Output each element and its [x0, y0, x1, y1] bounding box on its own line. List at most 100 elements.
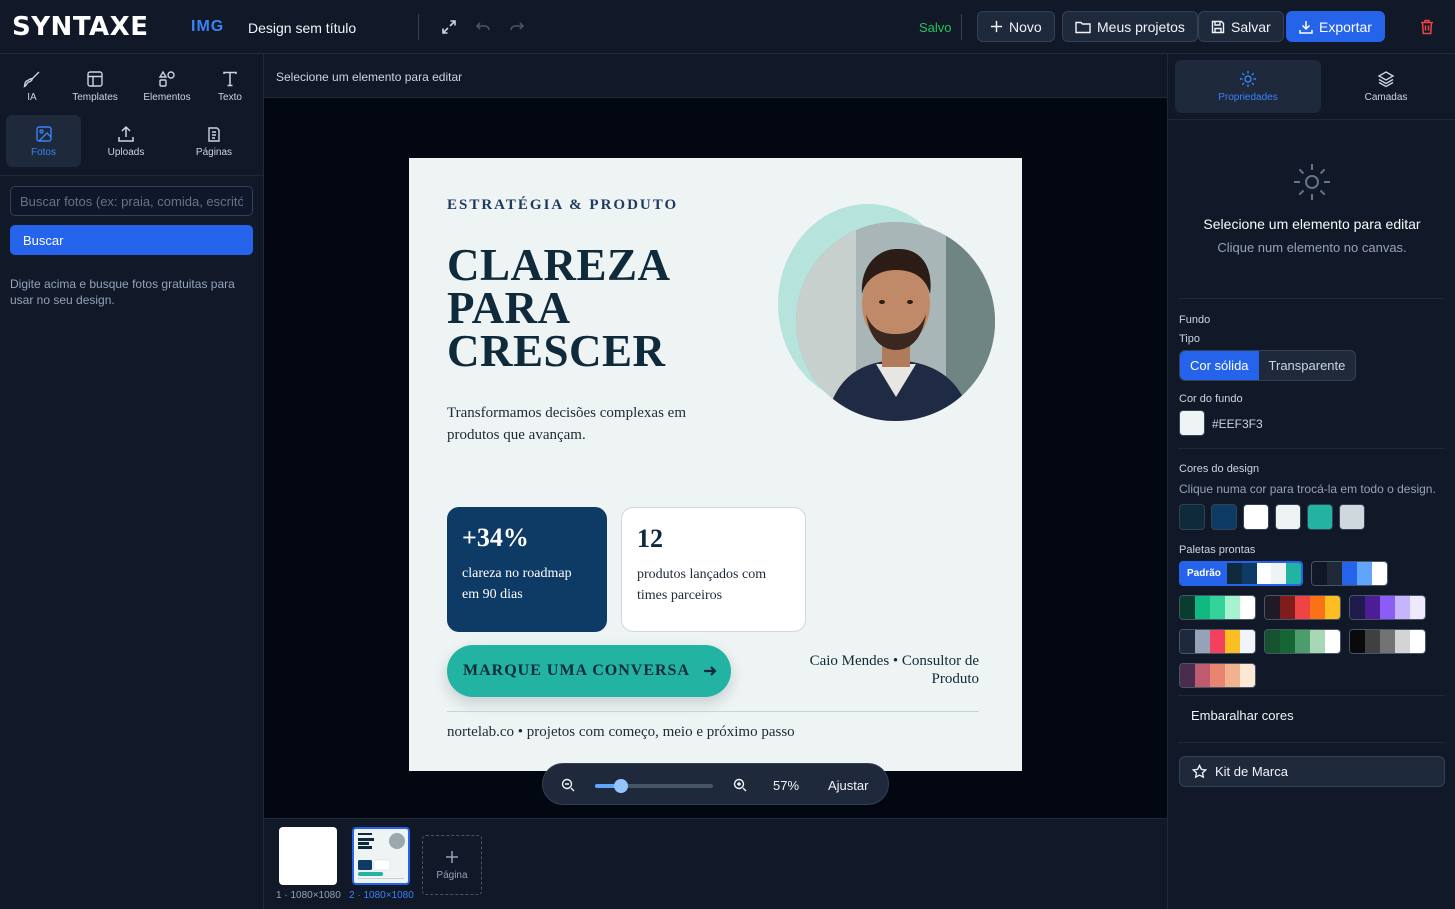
star-icon: [1192, 764, 1207, 779]
logo-badge: IMG: [191, 18, 225, 35]
palette-option[interactable]: [1349, 629, 1426, 654]
redo-button[interactable]: [505, 15, 529, 39]
palette-default[interactable]: Padrão: [1179, 561, 1303, 586]
stat-card-light[interactable]: 12 produtos lançados com times parceiros: [621, 507, 806, 632]
save-icon: [1211, 20, 1225, 33]
app-logo[interactable]: SYNTAXE: [12, 12, 148, 42]
cta-label: MARQUE UMA CONVERSA: [463, 662, 690, 679]
palette-color: [1325, 596, 1340, 619]
save-label: Salvar: [1231, 18, 1271, 35]
portrait-photo[interactable]: [796, 222, 995, 421]
palette-color: [1365, 596, 1380, 619]
tool-elements[interactable]: Elementos: [137, 60, 197, 112]
divider: [1178, 298, 1445, 299]
palette-color: [1286, 563, 1301, 584]
palette-option[interactable]: [1311, 561, 1388, 586]
tool-text[interactable]: Texto: [200, 60, 260, 112]
zoom-in-icon[interactable]: [733, 778, 747, 792]
add-page-button[interactable]: Página: [422, 835, 482, 895]
canvas-subtitle[interactable]: Transformamos decisões complexas em prod…: [447, 402, 737, 446]
tab-label: Propriedades: [1218, 92, 1278, 103]
shuffle-colors-button[interactable]: Embaralhar cores: [1191, 708, 1294, 723]
design-color-swatch[interactable]: [1339, 504, 1365, 530]
tool-pages[interactable]: Páginas: [184, 115, 244, 167]
page-thumbnail-2[interactable]: [352, 827, 410, 885]
palette-option[interactable]: [1179, 629, 1256, 654]
tab-properties[interactable]: Propriedades: [1175, 60, 1321, 113]
fullscreen-button[interactable]: [437, 15, 461, 39]
zoom-fit-button[interactable]: Ajustar: [828, 778, 868, 793]
delete-button[interactable]: [1415, 15, 1439, 39]
search-button[interactable]: Buscar: [10, 225, 253, 255]
palette-color: [1195, 596, 1210, 619]
undo-icon: [475, 22, 490, 31]
my-projects-button[interactable]: Meus projetos: [1062, 11, 1198, 42]
save-button[interactable]: Salvar: [1198, 11, 1284, 42]
tool-ia[interactable]: IA: [2, 60, 62, 112]
palette-color: [1325, 630, 1340, 653]
trash-icon: [1421, 19, 1433, 35]
palette-color: [1180, 596, 1195, 619]
field-label: Cor do fundo: [1179, 393, 1243, 405]
palette-color: [1210, 630, 1225, 653]
palette-color: [1195, 630, 1210, 653]
zoom-slider-handle[interactable]: [614, 779, 629, 793]
palette-color: [1312, 562, 1327, 585]
tool-templates[interactable]: Templates: [65, 60, 125, 112]
sun-icon: [1294, 164, 1330, 200]
author-credit[interactable]: Caio Mendes • Consultor de Produto: [779, 652, 979, 688]
palette-color: [1210, 596, 1225, 619]
undo-button[interactable]: [471, 15, 495, 39]
photo-search-input[interactable]: [10, 186, 253, 216]
design-canvas[interactable]: ESTRATÉGIA & PRODUTO CLAREZA PARA CRESCE…: [409, 158, 1022, 771]
save-status: Salvo: [919, 20, 952, 35]
tool-uploads[interactable]: Uploads: [96, 115, 156, 167]
field-label: Tipo: [1179, 333, 1200, 345]
cta-pill[interactable]: MARQUE UMA CONVERSA: [447, 645, 731, 697]
design-color-swatch[interactable]: [1307, 504, 1333, 530]
palette-option[interactable]: [1179, 595, 1256, 620]
page-thumbnail-1[interactable]: [279, 827, 337, 885]
stat-card-dark[interactable]: +34% clareza no roadmap em 90 dias: [447, 507, 607, 632]
canvas-footer-text[interactable]: nortelab.co • projetos com começo, meio …: [447, 724, 795, 741]
text-icon: [223, 71, 237, 86]
design-color-swatch[interactable]: [1243, 504, 1269, 530]
zoom-slider[interactable]: [595, 779, 713, 793]
palette-option[interactable]: [1264, 629, 1341, 654]
design-color-swatch[interactable]: [1275, 504, 1301, 530]
zoom-toolbar: 57% Ajustar: [542, 763, 889, 805]
design-color-swatch[interactable]: [1179, 504, 1205, 530]
palette-color: [1395, 630, 1410, 653]
palette-color: [1410, 630, 1425, 653]
canvas-divider[interactable]: [447, 711, 979, 712]
palette-color: [1410, 596, 1425, 619]
stat-value: 12: [637, 524, 663, 553]
palette-color: [1357, 562, 1372, 585]
canvas-title[interactable]: CLAREZA PARA CRESCER: [447, 243, 671, 374]
document-title[interactable]: Design sem título: [248, 19, 356, 37]
selection-hint: Selecione um elemento para editar: [276, 70, 463, 84]
background-type-toggle: Cor sólida Transparente: [1179, 350, 1357, 381]
tab-layers[interactable]: Camadas: [1313, 60, 1455, 113]
zoom-out-icon[interactable]: [561, 778, 575, 792]
palette-option[interactable]: [1264, 595, 1341, 620]
canvas-eyebrow-text[interactable]: ESTRATÉGIA & PRODUTO: [447, 197, 678, 214]
brand-kit-button[interactable]: Kit de Marca: [1179, 756, 1445, 787]
palette-color: [1327, 562, 1342, 585]
option-transparent[interactable]: Transparente: [1259, 351, 1356, 380]
tool-photos[interactable]: Fotos: [6, 115, 81, 167]
palette-color: [1226, 563, 1242, 584]
palette-color: [1195, 664, 1210, 687]
design-color-swatch[interactable]: [1211, 504, 1237, 530]
background-color-swatch[interactable]: [1179, 410, 1205, 436]
brush-icon: [23, 71, 40, 88]
background-color-hex[interactable]: #EEF3F3: [1212, 417, 1263, 431]
divider: [418, 14, 419, 40]
export-button[interactable]: Exportar: [1286, 11, 1385, 42]
section-label: Fundo: [1179, 314, 1211, 326]
new-button[interactable]: Novo: [977, 11, 1055, 42]
new-button-label: Novo: [1009, 18, 1042, 35]
palette-option[interactable]: [1179, 663, 1256, 688]
palette-option[interactable]: [1349, 595, 1426, 620]
option-solid-color[interactable]: Cor sólida: [1180, 351, 1259, 380]
